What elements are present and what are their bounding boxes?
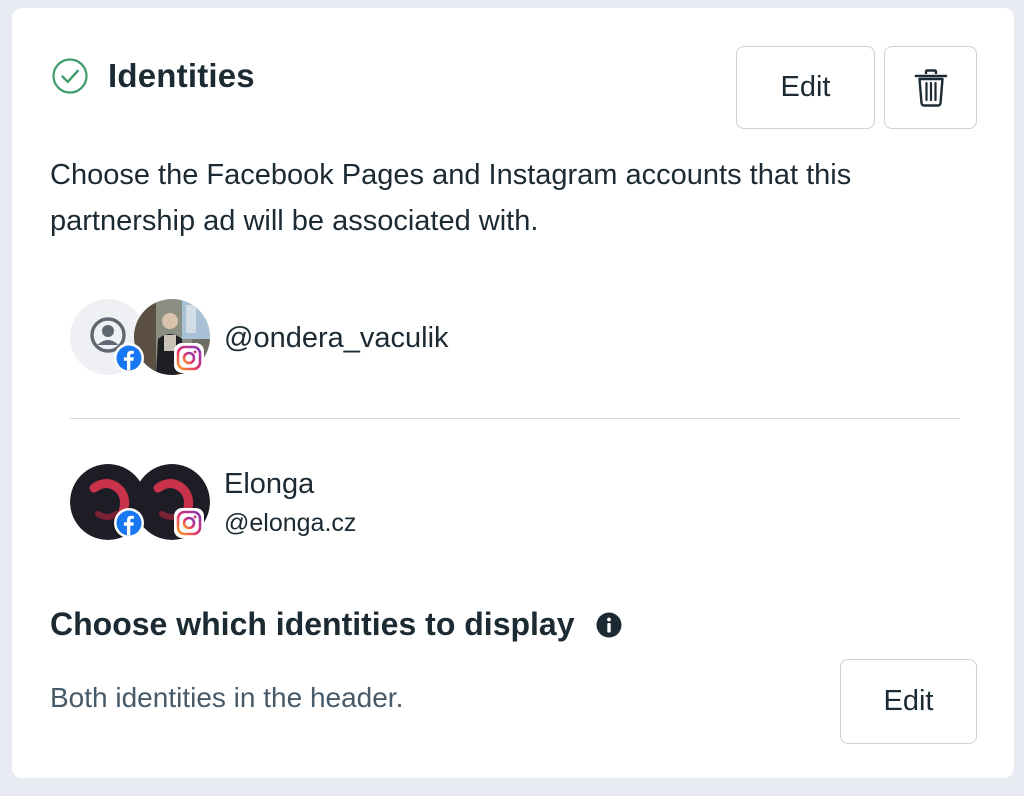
avatar-pair [70,464,210,542]
instagram-icon [174,343,204,373]
edit-display-button[interactable]: Edit [840,659,977,744]
identity-row-elonga: Elonga @elonga.cz [70,463,356,543]
display-description: Both identities in the header. [50,682,404,713]
identity-row-ondera: @ondera_vaculik [70,298,449,378]
identities-card: Identities Edit Choose the Facebook Page… [12,8,1014,778]
identity-name: Elonga [224,468,315,500]
instagram-icon [174,508,204,538]
edit-identities-button[interactable]: Edit [736,46,875,129]
check-circle-icon [50,56,90,96]
identity-handle: @ondera_vaculik [224,321,449,354]
identities-title: Identities [108,57,255,94]
facebook-icon [114,343,144,373]
info-icon[interactable] [595,611,623,639]
identities-header: Identities [50,56,255,96]
identity-name-stack: Elonga @elonga.cz [224,464,356,542]
delete-button[interactable] [884,46,977,129]
trash-icon [914,68,948,107]
avatar-pair [70,299,210,377]
display-header: Choose which identities to display [50,606,623,643]
display-title: Choose which identities to display [50,606,575,642]
identity-handle: @elonga.cz [224,509,357,537]
divider [70,418,960,419]
facebook-icon [114,508,144,538]
identities-description: Choose the Facebook Pages and Instagram … [50,159,852,237]
